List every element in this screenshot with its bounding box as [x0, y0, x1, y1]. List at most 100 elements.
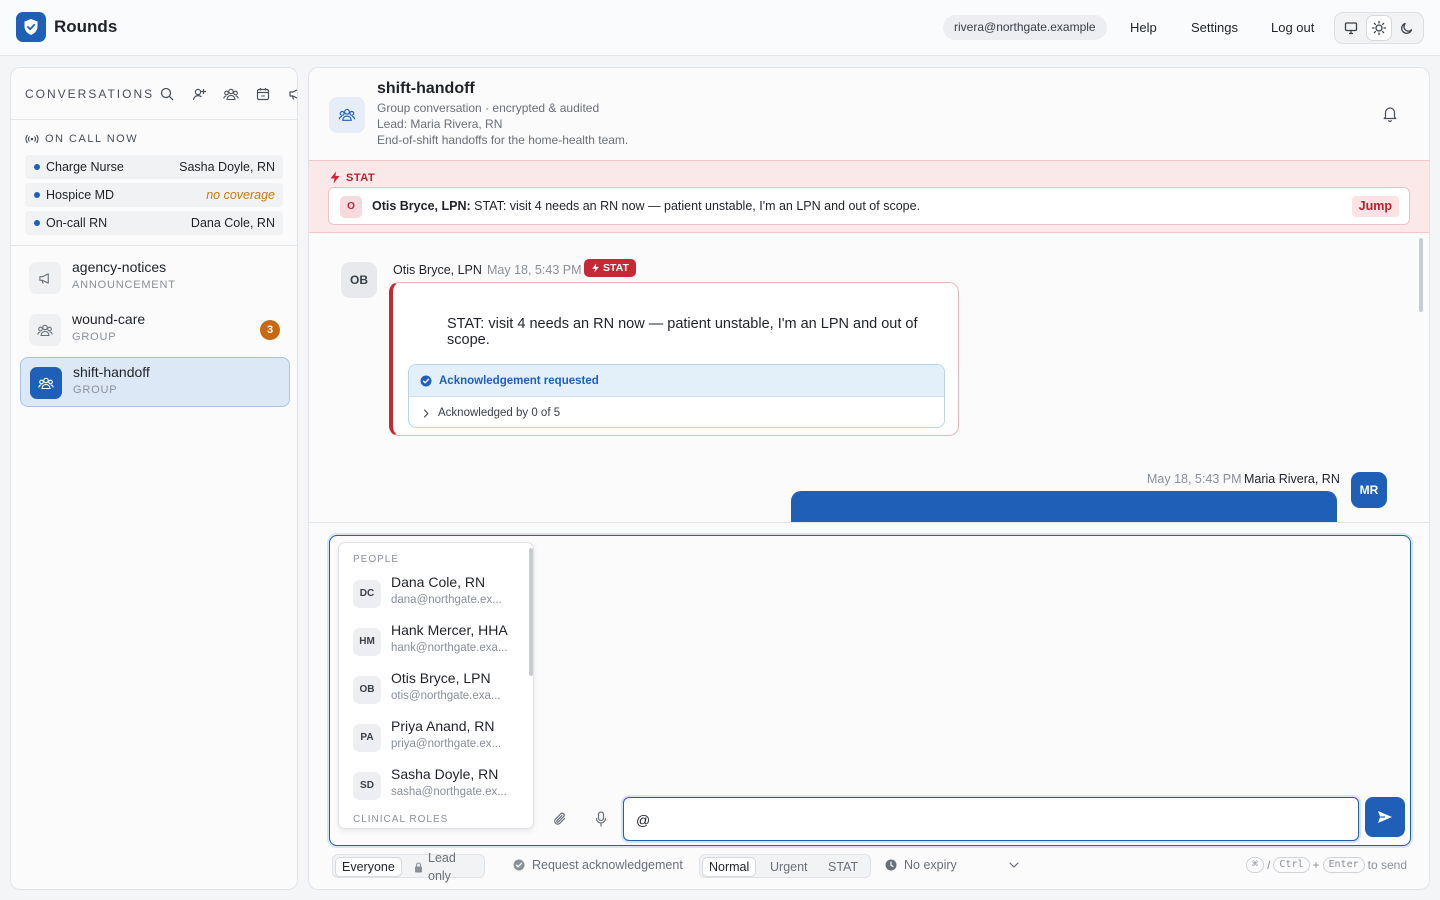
megaphone-icon[interactable]: [286, 85, 297, 103]
conversation-type: GROUP: [72, 331, 117, 343]
priority-stat[interactable]: STAT: [822, 858, 864, 876]
divider: [11, 119, 297, 120]
mention-email: otis@northgate.exa...: [391, 690, 501, 702]
conversation-item-agency-notices[interactable]: agency-notices ANNOUNCEMENT: [20, 253, 290, 303]
mention-option[interactable]: SD Sasha Doyle, RN sasha@northgate.ex...: [353, 766, 525, 810]
avatar: HM: [353, 628, 381, 656]
mention-roles-heading: CLINICAL ROLES: [353, 814, 449, 825]
message-time: May 18, 5:43 PM: [487, 263, 582, 277]
paperclip-icon[interactable]: [549, 808, 571, 830]
audience-lead-only-label: Lead only: [428, 851, 456, 883]
mention-email: priya@northgate.ex...: [391, 738, 502, 750]
on-call-heading-label: ON CALL NOW: [45, 133, 139, 145]
app-name: Rounds: [54, 17, 118, 36]
sun-icon[interactable]: [1367, 16, 1391, 40]
send-button[interactable]: [1365, 797, 1405, 837]
message-time: May 18, 5:43 PM: [1147, 472, 1242, 486]
conversation-panel: shift-handoff Group conversation · encry…: [308, 67, 1430, 890]
mention-option[interactable]: PA Priya Anand, RN priya@northgate.ex...: [353, 718, 525, 762]
microphone-icon[interactable]: [590, 808, 612, 830]
conversation-type: ANNOUNCEMENT: [72, 279, 176, 291]
avatar: MR: [1351, 472, 1387, 508]
lightning-icon: [591, 263, 600, 273]
mention-option[interactable]: DC Dana Cole, RN dana@northgate.ex...: [353, 574, 525, 618]
jump-button[interactable]: Jump: [1351, 196, 1399, 217]
stat-label-text: STAT: [346, 171, 376, 184]
new-group-icon[interactable]: [222, 85, 240, 103]
on-call-row[interactable]: Charge Nurse Sasha Doyle, RN: [25, 155, 283, 179]
page-title: shift-handoff: [377, 80, 475, 97]
kbd-cmd: ⌘: [1246, 857, 1265, 873]
on-call-person: Sasha Doyle, RN: [179, 160, 275, 174]
stat-badge-label: STAT: [603, 262, 629, 274]
acknowledgement-box: Acknowledgement requested Acknowledged b…: [408, 364, 945, 428]
mention-people-heading: PEOPLE: [353, 554, 400, 565]
broadcast-icon: [25, 134, 39, 144]
audience-lead-only[interactable]: Lead only: [408, 851, 484, 883]
acknowledged-by-toggle[interactable]: Acknowledged by 0 of 5: [409, 397, 944, 427]
status-dot: [34, 192, 40, 198]
acknowledged-by-label: Acknowledged by 0 of 5: [438, 407, 561, 419]
bell-icon[interactable]: [1382, 105, 1398, 122]
mention-name: Sasha Doyle, RN: [391, 766, 499, 782]
avatar: O: [340, 196, 362, 218]
scrollbar[interactable]: [1419, 238, 1423, 312]
priority-normal[interactable]: Normal: [703, 858, 756, 876]
add-person-icon[interactable]: [190, 85, 208, 103]
stat-alert-card[interactable]: O Otis Bryce, LPN: STAT: visit 4 needs a…: [328, 187, 1410, 225]
audience-selector: Everyone Lead only: [332, 851, 485, 883]
chevron-down-icon: [1009, 862, 1019, 868]
mention-option[interactable]: HM Hank Mercer, HHA hank@northgate.exa..…: [353, 622, 525, 666]
moon-icon[interactable]: [1395, 16, 1419, 40]
message-bubble: STAT: visit 4 needs an RN now — patient …: [389, 282, 959, 436]
kbd-separator: /: [1267, 858, 1271, 872]
priority-urgent[interactable]: Urgent: [764, 858, 814, 876]
on-call-row[interactable]: Hospice MD no coverage: [25, 183, 283, 207]
composer: PEOPLE DC Dana Cole, RN dana@northgate.e…: [329, 535, 1411, 846]
avatar: PA: [353, 724, 381, 752]
settings-link[interactable]: Settings: [1191, 20, 1238, 35]
status-dot: [34, 220, 40, 226]
expiry-value: No expiry: [904, 858, 957, 872]
message-sender: Otis Bryce, LPN: [393, 263, 482, 277]
calendar-icon[interactable]: [254, 85, 272, 103]
app-logo-icon[interactable]: [16, 12, 46, 42]
mention-name: Hank Mercer, HHA: [391, 622, 508, 638]
message-input[interactable]: @: [623, 797, 1359, 841]
conversation-type: GROUP: [73, 384, 118, 396]
conversation-item-shift-handoff[interactable]: shift-handoff GROUP: [20, 357, 290, 407]
stat-alert-message: STAT: visit 4 needs an RN now — patient …: [474, 199, 921, 213]
monitor-icon[interactable]: [1339, 16, 1363, 40]
message-text: STAT: visit 4 needs an RN now — patient …: [447, 316, 918, 348]
message-list: OB Otis Bryce, LPN May 18, 5:43 PM STAT …: [309, 234, 1429, 522]
on-call-role: Hospice MD: [46, 188, 115, 202]
expiry-select[interactable]: No expiry: [885, 858, 1019, 872]
on-call-heading: ON CALL NOW: [25, 133, 138, 145]
request-acknowledgement-label: Request acknowledgement: [532, 858, 683, 872]
help-link[interactable]: Help: [1130, 20, 1157, 35]
request-acknowledgement-toggle[interactable]: Request acknowledgement: [513, 858, 683, 872]
divider: [309, 522, 1429, 523]
message-sender: Maria Rivera, RN: [1244, 472, 1340, 486]
channel-description: End-of-shift handoffs for the home-healt…: [377, 133, 629, 147]
acknowledgement-requested-label: Acknowledgement requested: [439, 374, 599, 387]
conversation-item-wound-care[interactable]: wound-care GROUP 3: [20, 305, 290, 355]
scrollbar[interactable]: [529, 548, 533, 676]
mention-menu: PEOPLE DC Dana Cole, RN dana@northgate.e…: [338, 542, 534, 829]
megaphone-icon: [29, 262, 61, 294]
on-call-row[interactable]: On-call RN Dana Cole, RN: [25, 211, 283, 235]
mention-option[interactable]: OB Otis Bryce, LPN otis@northgate.exa...: [353, 670, 525, 714]
logout-link[interactable]: Log out: [1271, 20, 1314, 35]
conversations-heading: CONVERSATIONS: [25, 87, 155, 101]
audience-everyone[interactable]: Everyone: [336, 858, 401, 876]
group-icon: [30, 367, 62, 399]
kbd-enter: Enter: [1322, 857, 1365, 873]
stat-alert-strip: STAT O Otis Bryce, LPN: STAT: visit 4 ne…: [309, 160, 1429, 233]
send-shortcut-hint: ⌘ / Ctrl + Enter to send: [1246, 857, 1407, 873]
search-icon[interactable]: [158, 85, 176, 103]
on-call-role: Charge Nurse: [46, 160, 124, 174]
on-call-role: On-call RN: [46, 216, 108, 230]
message-bubble: [791, 491, 1337, 522]
acknowledgement-requested: Acknowledgement requested: [409, 365, 944, 397]
channel-subtitle: Group conversation · encrypted & audited: [377, 101, 600, 115]
